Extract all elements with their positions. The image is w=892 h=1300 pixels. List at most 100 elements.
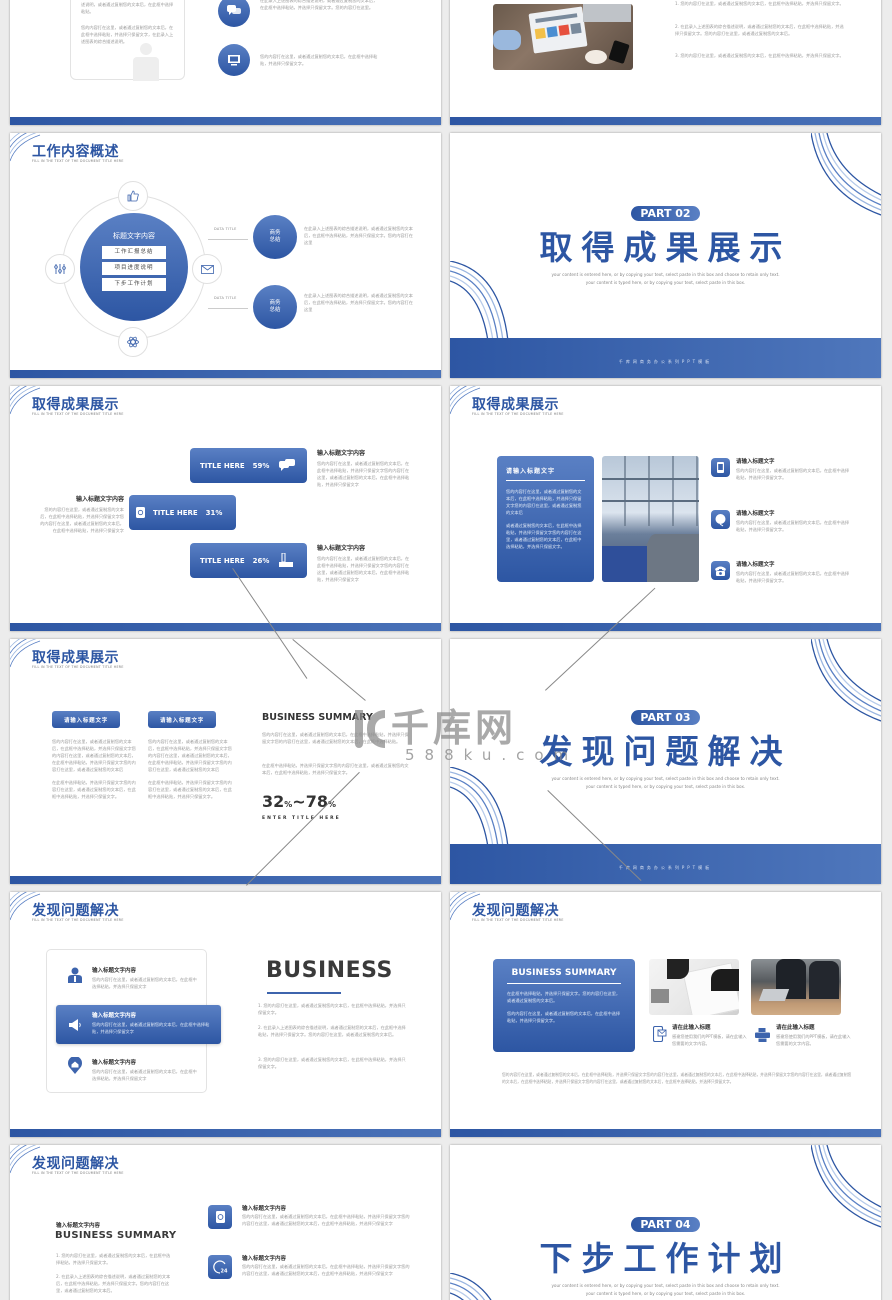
summary-circle-1: 商务 总结 <box>253 215 297 259</box>
range-to: 78 <box>305 792 328 811</box>
feature-heading: 输入标题文字内容 <box>92 1060 137 1066</box>
slide-9[interactable]: 发现问题解决 FILL IN THE TEXT OF THE DOCUMENT … <box>10 892 441 1137</box>
slide-10[interactable]: 发现问题解决 FILL IN THE TEXT OF THE DOCUMENT … <box>450 892 881 1137</box>
column-para: 您的内容打在这里，或者通过复制您的文本后，在此框中选择粘贴，并选择只保留文字您的… <box>148 739 232 772</box>
note-text: 您的内容打在这里，或者通过复制您的文本后，在此框中选择粘贴，并选择只保留文字您的… <box>317 461 410 487</box>
range-value: 32%~78% <box>262 792 336 811</box>
section-title: 取得成果展示 <box>539 228 792 267</box>
card-title: 请输入标题文字 <box>506 466 585 481</box>
note-text: 您的内容打在这里，或者通过复制您的文本后，在此框中选择粘贴，并选择只保留文字您的… <box>317 556 410 582</box>
stat-percent-2: 31% <box>205 508 223 517</box>
data-title-label-1: DATA TITLE <box>214 227 237 231</box>
stat-bar-3[interactable]: TITLE HERE 26% <box>190 543 307 578</box>
airport-lounge-photo <box>602 456 699 582</box>
feature-1: 请输入标题文字 您的内容打在这里，或者通过复制您的文本后，在此框中选择粘贴，并选… <box>736 457 851 481</box>
feature-1: 输入标题文字内容 您的内容打在这里，或者通过复制您的文本后，在此框中选择粘贴，并… <box>92 966 197 990</box>
section-desc-1: your content is entered here, or by copy… <box>551 1283 780 1288</box>
home-pin-icon <box>68 1056 82 1074</box>
slide-5[interactable]: 取得成果展示 FILL IN THE TEXT OF THE DOCUMENT … <box>10 386 441 631</box>
card-title: BUSINESS SUMMARY <box>507 968 621 984</box>
contact-book-icon <box>208 1205 232 1229</box>
chat-bubbles-icon <box>279 459 296 471</box>
stat-bar-2[interactable]: TITLE HERE 31% <box>129 495 236 530</box>
slide-footer-bar <box>10 876 441 884</box>
slide-12[interactable]: PART 04 下步工作计划 your content is entered h… <box>450 1145 881 1300</box>
note-text: 您的内容打在这里，或者通过复制您的文本后，在此框中选择粘贴，并选择只保留文字您的… <box>40 507 124 533</box>
column-button-2[interactable]: 请输入标题文字 <box>148 711 216 728</box>
feature-heading: 请输入标题文字 <box>736 459 775 465</box>
item-text-2: 您的内容打在这里，或者通过复制您的文本后，在此框中选择粘贴，并选择只保留文字。 <box>260 54 378 66</box>
slide-footer-bar <box>10 1129 441 1137</box>
card-para-1: 您的内容打在这里，或者通过复制您的文本后，在此框中选择粘贴，并选择只保留文字您的… <box>506 489 582 515</box>
column-para: 在此框中选择粘贴，并选择只保留文字您的内容打在这里，或者通过复制您的文本后，在此… <box>52 780 136 799</box>
slide-title: 发现问题解决 <box>32 1156 119 1172</box>
numbered-3: 3. 您的内容打在这里，或者通过复制您的文本后，在此框中选择粘贴，并选择只保留文… <box>258 1057 406 1069</box>
card-bullet-1: 在此框中选择粘贴，并选择只保留文字。您的内容打在这里，或者通过复制您的文本后。 <box>507 991 621 1003</box>
stat-bar-1[interactable]: TITLE HERE 59% <box>190 448 307 483</box>
stat-label-3: TITLE HERE <box>200 556 245 565</box>
slide-4[interactable]: PART 02 取得成果展示 your content is entered h… <box>450 133 881 378</box>
summary-label-1b: 总结 <box>269 237 281 243</box>
feature-2: 请输入标题文字 您的内容打在这里，或者通过复制您的文本后，在此框中选择粘贴，并选… <box>736 509 851 533</box>
column-2: 您的内容打在这里，或者通过复制您的文本后，在此框中选择粘贴，并选择只保留文字您的… <box>148 738 232 800</box>
slide-1[interactable]: 述说明，或者通过复制您的文本后，在此框中选择粘贴。 您的内容打在这里，或者通过复… <box>10 0 441 125</box>
summary-circle-2: 商务 总结 <box>253 285 297 329</box>
summary-heading: 输入标题文字内容 <box>56 1223 101 1229</box>
photo-item-2: 请在此输入标题 感谢您使用我们的PPT模板，请在此输入您需要的文字内容。 <box>776 1023 854 1047</box>
slide-3[interactable]: 工作内容概述 FILL IN THE TEXT OF THE DOCUMENT … <box>10 133 441 378</box>
envelope-icon <box>192 254 222 284</box>
band-text: 千库网商务办公系列PPT模板 <box>618 865 713 870</box>
part-badge: PART 04 <box>631 1217 700 1232</box>
slide-11[interactable]: 发现问题解决 FILL IN THE TEXT OF THE DOCUMENT … <box>10 1145 441 1300</box>
bullet-2: 您的内容打在这里，或者通过复制您的文本后，在此框中选择粘贴，并选择只保留文字，在… <box>81 25 174 44</box>
chat-bubbles-icon <box>218 0 250 27</box>
section-desc-1: your content is entered here, or by copy… <box>551 776 780 781</box>
card-para-2: 或者通过复制您的文本后，在此框中选择粘贴，并选择只保留文字您的内容打在这里，或者… <box>506 523 582 549</box>
section-title: 发现问题解决 <box>539 732 792 771</box>
numbered-2: 2. 在此录入上述图表的综合描述说明，或者通过复制您的文本后，在此框中选择粘贴，… <box>258 1025 406 1037</box>
photo-item-1: 请在此输入标题 感谢您使用我们的PPT模板，请在此输入您需要的文字内容。 <box>672 1023 750 1047</box>
summary-bullet-1: 您的内容打在这里，或者通过复制您的文本后，在此框中选择粘贴，并选择只保留文字您的… <box>262 732 409 744</box>
range-caption: ENTER TITLE HERE <box>262 816 341 821</box>
slide-2[interactable]: 1. 您的内容打在这里，或者通过复制您的文本后，在此框中选择粘贴，并选择只保留文… <box>450 0 881 125</box>
bottom-band: 千库网商务办公系列PPT模板 <box>450 844 881 884</box>
feature-text: 您的内容打在这里，或者通过复制您的文本后，在此框中选择粘贴，并选择只保留文字。 <box>736 571 850 583</box>
column-para: 在此框中选择粘贴，并选择只保留文字您的内容打在这里，或者通过复制您的文本后，在此… <box>148 780 232 799</box>
slide-header: 取得成果展示 FILL IN THE TEXT OF THE DOCUMENT … <box>10 639 210 679</box>
slide-8[interactable]: PART 03 发现问题解决 your content is entered h… <box>450 639 881 884</box>
slide-6[interactable]: 取得成果展示 FILL IN THE TEXT OF THE DOCUMENT … <box>450 386 881 631</box>
slide-header: 取得成果展示 FILL IN THE TEXT OF THE DOCUMENT … <box>10 386 210 426</box>
atom-icon <box>118 327 148 357</box>
section-desc-2: your content is typed here, or by copyin… <box>585 1291 746 1296</box>
note-heading: 输入标题文字内容 <box>75 496 124 503</box>
slide-footer-bar <box>10 117 441 125</box>
center-item-1[interactable]: 工作汇报总结 <box>102 246 166 259</box>
mobile-phone-icon <box>711 458 730 477</box>
thumbs-up-icon <box>118 181 148 211</box>
item-heading: 请在此输入标题 <box>776 1025 815 1031</box>
slide-subtitle: FILL IN THE TEXT OF THE DOCUMENT TITLE H… <box>32 159 124 163</box>
arrow-line-2 <box>208 308 248 309</box>
person-silhouette-icon <box>131 39 161 81</box>
section-desc-1: your content is entered here, or by copy… <box>551 272 780 277</box>
summary-title: BUSINESS SUMMARY <box>262 712 373 723</box>
stat-percent-1: 59% <box>252 461 270 470</box>
feature-heading: 请输入标题文字 <box>736 511 775 517</box>
contact-book-icon <box>136 507 145 518</box>
arrow-line-1 <box>208 239 248 240</box>
feature-heading: 输入标题文字内容 <box>242 1256 287 1262</box>
numbered-2: 2. 在此录入上述图表的综合描述说明，或者通过复制您的文本后，在此框中选择粘贴，… <box>675 24 844 36</box>
slide-7[interactable]: 取得成果展示 FILL IN THE TEXT OF THE DOCUMENT … <box>10 639 441 884</box>
slide-grid: 述说明，或者通过复制您的文本后，在此框中选择粘贴。 您的内容打在这里，或者通过复… <box>0 0 892 1300</box>
slide-subtitle: FILL IN THE TEXT OF THE DOCUMENT TITLE H… <box>32 665 124 669</box>
column-button-1[interactable]: 请输入标题文字 <box>52 711 120 728</box>
feature-text: 您的内容打在这里，或者通过复制您的文本后，在此框中选择粘贴，并选择只保留文字 <box>92 1022 210 1034</box>
center-item-3[interactable]: 下步工作计划 <box>102 278 166 291</box>
summary-title: BUSINESS SUMMARY <box>55 1230 177 1241</box>
feature-3: 请输入标题文字 您的内容打在这里，或者通过复制您的文本后，在此框中选择粘贴，并选… <box>736 560 851 584</box>
part-badge: PART 02 <box>631 206 700 221</box>
center-item-2[interactable]: 项目进度说明 <box>102 262 166 275</box>
slide-title: 发现问题解决 <box>32 903 119 919</box>
feature-text: 您的内容打在这里，或者通过复制您的文本后，在此框中选择粘贴，并选择只保留文字您的… <box>242 1264 410 1276</box>
feature-heading: 输入标题文字内容 <box>92 968 137 974</box>
